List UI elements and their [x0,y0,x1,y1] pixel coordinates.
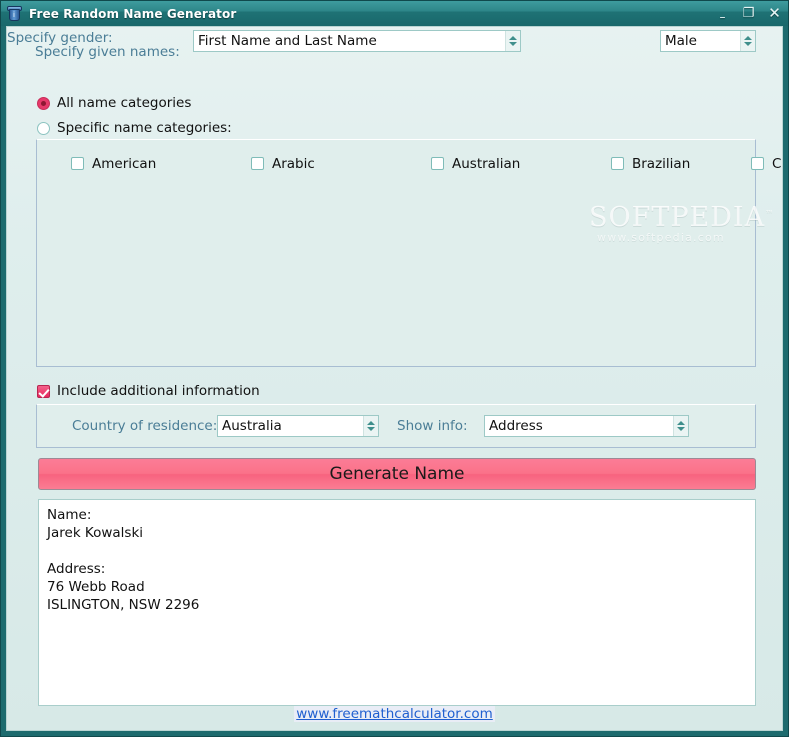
checkbox-unchecked-icon [431,157,444,170]
category-label: Brazilian [632,155,691,172]
footer: www.freemathcalculator.com [7,706,782,722]
checkbox-unchecked-icon [751,157,764,170]
chevron-down-icon [677,427,685,431]
minimize-icon: – [719,10,726,24]
given-names-value: First Name and Last Name [198,33,377,49]
maximize-icon: ❐ [742,6,755,21]
app-icon: i [7,5,23,22]
radio-unselected-icon [37,121,50,135]
close-button[interactable]: ✕ [767,6,782,21]
show-info-label: Show info: [397,418,468,434]
additional-info-panel: Country of residence: Australia Show inf… [36,404,756,448]
checkbox-unchecked-icon [611,157,624,170]
category-label: Australian [452,155,521,172]
category-checkbox[interactable]: Arabic [251,150,431,177]
category-label: American [92,155,157,172]
result-textarea[interactable]: Name: Jarek Kowalski Address: 76 Webb Ro… [38,499,756,706]
window-title: Free Random Name Generator [29,6,237,21]
checkbox-unchecked-icon [71,157,84,170]
app-window: i Free Random Name Generator – ❐ ✕ SOFTP… [0,0,789,737]
radio-specific-categories-label: Specific name categories: [57,120,232,136]
given-names-label: Specify given names: [35,44,180,60]
radio-specific-categories[interactable]: Specific name categories: [37,120,232,136]
category-label: Arabic [272,155,315,172]
given-names-spinner[interactable] [505,31,520,51]
given-names-select[interactable]: First Name and Last Name [193,30,521,52]
chevron-up-icon [509,36,517,40]
country-value: Australia [222,418,282,434]
country-label: Country of residence: [72,418,218,434]
country-select[interactable]: Australia [217,415,379,437]
country-spinner[interactable] [363,416,378,436]
close-icon: ✕ [768,4,781,22]
show-info-value: Address [489,418,543,434]
client-area: SOFTPEDIA™ www.softpedia.com Specify giv… [6,26,783,731]
chevron-down-icon [367,427,375,431]
category-checkbox[interactable]: Chechen [751,150,782,177]
category-label: Chechen [772,155,782,172]
chevron-down-icon [744,42,752,46]
window-controls: – ❐ ✕ [715,1,782,26]
watermark-tm: ™ [765,209,774,218]
category-checkbox[interactable]: Brazilian [611,150,751,177]
chevron-up-icon [367,421,375,425]
category-checkbox[interactable]: American [71,150,251,177]
name-categories-panel: American Arabic Australian Brazilian Chechen… [36,139,782,367]
chevron-down-icon [509,42,517,46]
gender-spinner[interactable] [740,31,755,51]
minimize-button[interactable]: – [715,6,730,23]
chevron-up-icon [744,36,752,40]
maximize-button[interactable]: ❐ [741,6,756,21]
category-checkbox[interactable]: Australian [431,150,611,177]
chevron-up-icon [677,421,685,425]
title-bar: i Free Random Name Generator – ❐ ✕ [1,1,788,26]
gender-value: Male [665,33,697,49]
checkbox-unchecked-icon [251,157,264,170]
show-info-spinner[interactable] [673,416,688,436]
result-text: Name: Jarek Kowalski Address: 76 Webb Ro… [47,507,200,613]
generate-name-label: Generate Name [329,464,465,484]
checkbox-checked-icon [37,384,50,398]
website-link[interactable]: www.freemathcalculator.com [294,706,495,722]
radio-all-categories[interactable]: All name categories [37,95,191,111]
radio-selected-icon [37,96,50,110]
name-categories-grid: American Arabic Australian Brazilian Chechen… [37,140,782,366]
gender-select[interactable]: Male [660,30,756,52]
radio-all-categories-label: All name categories [57,95,192,111]
include-additional-info-checkbox[interactable]: Include additional information [37,383,260,399]
include-additional-info-label: Include additional information [57,383,260,399]
generate-name-button[interactable]: Generate Name [38,458,756,490]
show-info-select[interactable]: Address [484,415,689,437]
